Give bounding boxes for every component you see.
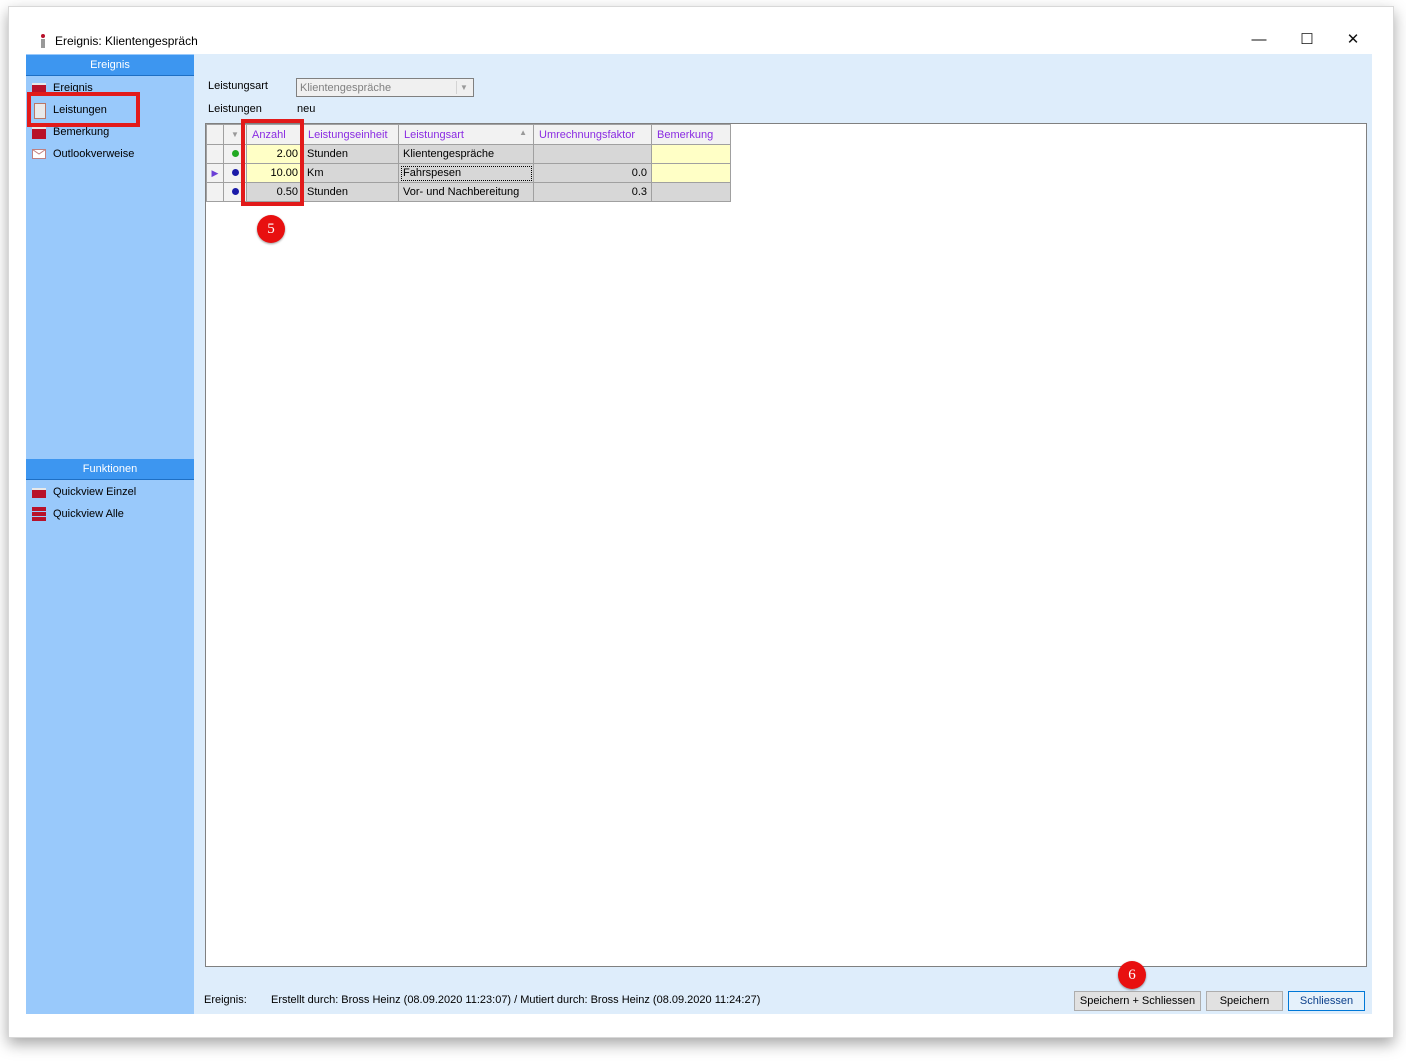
sidebar: Ereignis Ereignis Leistungen Bemerkung O… — [26, 54, 194, 1014]
close-button[interactable]: Schliessen — [1288, 991, 1365, 1011]
sidebar-header-ereignis: Ereignis — [26, 55, 194, 76]
leistungen-value: neu — [297, 103, 316, 115]
quickview-all-icon — [32, 507, 46, 521]
status-dot-icon — [231, 169, 239, 176]
row-indicator-header — [206, 124, 224, 145]
chevron-down-icon[interactable]: ▼ — [456, 81, 471, 94]
cell-bemerkung[interactable] — [651, 144, 731, 164]
column-header-leistungsart[interactable]: Leistungsart ▲ — [398, 124, 534, 145]
save-button[interactable]: Speichern — [1206, 991, 1283, 1011]
window-title: Ereignis: Klientengespräch — [55, 34, 198, 48]
envelope-icon — [32, 149, 46, 159]
minimize-icon[interactable]: — — [1245, 29, 1273, 51]
sidebar-item-label: Outlookverweise — [53, 148, 135, 160]
cell-leistungsart[interactable]: Klientengespräche — [398, 144, 534, 164]
cell-leistungsart[interactable]: Vor- und Nachbereitung — [398, 182, 534, 202]
cell-bemerkung[interactable] — [651, 163, 731, 183]
highlight-leistungen — [27, 92, 140, 127]
column-header-umrechnungsfaktor[interactable]: Umrechnungsfaktor — [533, 124, 652, 145]
quickview-single-icon — [32, 488, 46, 498]
column-header-label: Leistungsart — [404, 128, 464, 141]
step-badge-5: 5 — [257, 215, 285, 243]
cell-leistungseinheit[interactable]: Stunden — [302, 182, 399, 202]
highlight-anzahl-column — [241, 119, 304, 206]
title-bar: Ereignis: Klientengespräch — ☐ ✕ — [9, 7, 1393, 55]
step-badge-6: 6 — [1118, 961, 1146, 989]
sidebar-item-quickview-alle[interactable]: Quickview Alle — [30, 504, 190, 524]
status-dot-icon — [231, 188, 239, 195]
cell-bemerkung[interactable] — [651, 182, 731, 202]
column-header-bemerkung[interactable]: Bemerkung — [651, 124, 731, 145]
status-dot-icon — [231, 150, 239, 157]
app-icon — [41, 34, 45, 48]
leistungen-grid[interactable]: ▼ Anzahl Leistungseinheit Leistungsart ▲… — [205, 123, 1367, 967]
leistungsart-label: Leistungsart — [208, 80, 268, 92]
leistungen-label: Leistungen — [208, 103, 262, 115]
save-close-button[interactable]: Speichern + Schliessen — [1074, 991, 1201, 1011]
maximize-icon[interactable]: ☐ — [1293, 29, 1321, 51]
leistungsart-value: Klientengespräche — [300, 82, 392, 94]
status-text: Erstellt durch: Bross Heinz (08.09.2020 … — [271, 994, 761, 1006]
close-icon[interactable]: ✕ — [1339, 29, 1367, 51]
row-indicator[interactable] — [206, 144, 224, 164]
cell-leistungseinheit[interactable]: Km — [302, 163, 399, 183]
sidebar-item-outlookverweise[interactable]: Outlookverweise — [30, 144, 190, 164]
column-header-leistungseinheit[interactable]: Leistungseinheit — [302, 124, 399, 145]
cell-umrechnungsfaktor[interactable] — [533, 144, 652, 164]
sidebar-item-quickview-einzel[interactable]: Quickview Einzel — [30, 482, 190, 502]
row-indicator[interactable] — [206, 182, 224, 202]
red-tray-icon — [32, 127, 46, 139]
sidebar-header-funktionen: Funktionen — [26, 459, 194, 480]
cell-umrechnungsfaktor[interactable]: 0.3 — [533, 182, 652, 202]
status-label: Ereignis: — [204, 994, 247, 1006]
sidebar-item-label: Quickview Einzel — [53, 486, 137, 498]
sidebar-item-label: Quickview Alle — [53, 508, 124, 520]
cell-leistungseinheit[interactable]: Stunden — [302, 144, 399, 164]
leistungsart-select[interactable]: Klientengespräche ▼ — [296, 78, 474, 97]
cell-leistungsart[interactable]: Fahrspesen — [398, 163, 534, 183]
sort-ascending-icon: ▲ — [519, 128, 527, 137]
current-row-icon[interactable]: ▶ — [206, 163, 224, 183]
cell-umrechnungsfaktor[interactable]: 0.0 — [533, 163, 652, 183]
